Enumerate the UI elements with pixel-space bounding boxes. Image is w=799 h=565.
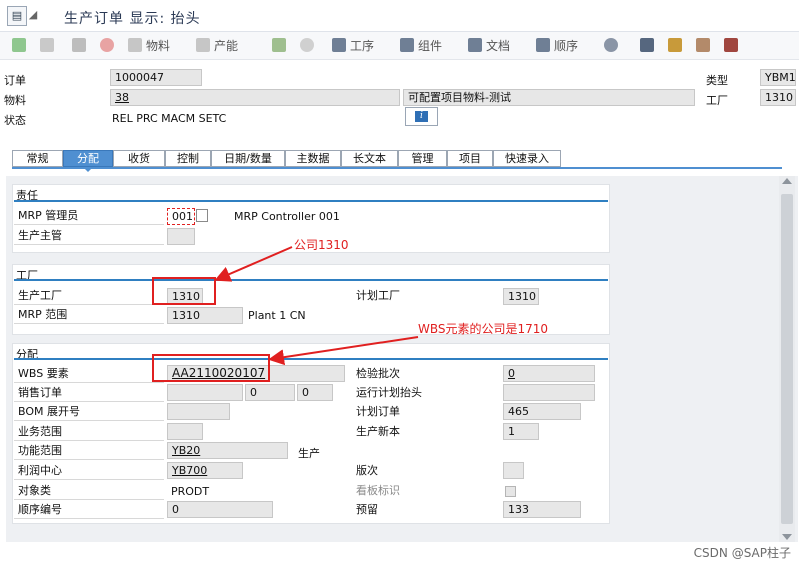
arrow-to-plant: [214, 246, 293, 282]
watermark: CSDN @SAP柱子: [693, 546, 791, 560]
annotation-company-1310: 公司1310: [294, 238, 349, 252]
annotation-arrows: [214, 246, 419, 366]
annotation-wbs-company: WBS元素的公司是1710: [418, 322, 549, 336]
arrow-to-wbs: [268, 336, 419, 366]
